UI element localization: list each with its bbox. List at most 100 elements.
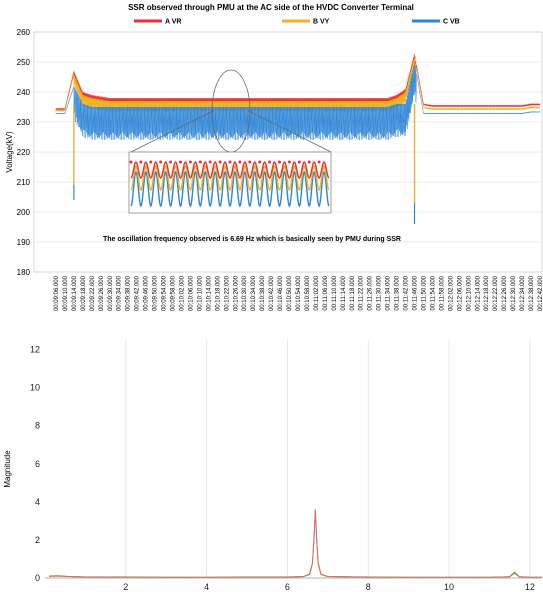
x-tick-label: 12 [525, 582, 535, 592]
x-tick-label: 00:12:22.000 [493, 275, 499, 311]
x-tick-label: 00:10:14.000 [206, 275, 212, 311]
y-tick-label: 220 [17, 148, 31, 157]
inset-peak [188, 160, 192, 164]
y-tick-label: 6 [35, 459, 40, 469]
inset-peak [268, 160, 272, 164]
inset-peak [149, 160, 153, 164]
x-tick-label: 00:12:38.000 [529, 275, 535, 311]
y-tick-label: 10 [30, 383, 40, 393]
inset-peak [228, 160, 232, 164]
x-tick-label: 00:11:34.000 [386, 275, 392, 310]
legend-label: A VR [165, 19, 181, 26]
inset-peak [169, 160, 173, 164]
x-tick-label: 10 [444, 582, 454, 592]
x-tick-label: 8 [366, 582, 371, 592]
x-tick-label: 00:12:26.000 [502, 275, 508, 311]
x-tick-label: 00:12:18.000 [484, 275, 490, 311]
inset-peak [159, 160, 163, 164]
x-tick-label: 00:11:30.000 [377, 275, 383, 310]
inset-peak [258, 160, 262, 164]
x-tick-label: 00:11:58.000 [439, 275, 445, 310]
x-tick-label: 00:10:46.000 [278, 275, 284, 311]
x-tick-label: 00:09:18.000 [81, 275, 87, 311]
x-tick-label: 00:10:54.000 [296, 275, 302, 311]
x-tick-label: 00:10:50.000 [287, 275, 293, 311]
x-tick-label: 00:11:42.000 [404, 275, 410, 310]
y-tick-labels: 180 190 200 210 220 230 240 250 260 [17, 28, 31, 277]
x-tick-label: 00:09:58.000 [171, 275, 177, 311]
x-tick-label: 00:09:38.000 [126, 275, 132, 311]
legend-label: B VY [313, 19, 330, 26]
x-tick-label: 00:11:50.000 [421, 275, 427, 310]
x-tick-label: 00:12:06.000 [457, 275, 463, 311]
x-tick-label: 00:09:26.000 [99, 275, 105, 311]
x-tick-label: 00:11:26.000 [368, 275, 374, 310]
x-tick-label: 2 [123, 582, 128, 592]
x-tick-label: 00:10:42.000 [269, 275, 275, 311]
x-tick-label: 00:12:30.000 [511, 275, 517, 311]
y-tick-label: 200 [17, 208, 31, 217]
x-tick-label: 00:10:38.000 [260, 275, 266, 311]
inset-peak [238, 160, 242, 164]
x-tick-label: 00:09:22.000 [90, 275, 96, 311]
inset-peak [307, 160, 311, 164]
chart-title: SSR observed through PMU at the AC side … [128, 3, 414, 12]
x-tick-label: 00:09:50.000 [153, 275, 159, 311]
x-tick-label: 6 [285, 582, 290, 592]
x-tick-label: 00:12:14.000 [475, 275, 481, 311]
x-tick-label: 00:11:38.000 [395, 275, 401, 310]
x-tick-label: 00:09:42.000 [135, 275, 141, 311]
x-tick-label: 00:10:26.000 [233, 275, 239, 311]
x-tick-label: 00:09:30.000 [108, 275, 114, 311]
x-tick-label: 00:10:34.000 [251, 275, 257, 311]
x-tick-label: 00:10:06.000 [188, 275, 194, 311]
x-tick-labels: 00:09:06.000 00:09:10.000 00:09:14.000 00:0… [54, 275, 543, 311]
inset-peak [198, 160, 202, 164]
x-tick-label: 00:09:10.000 [63, 275, 69, 311]
x-tick-label: 00:09:06.000 [54, 275, 60, 311]
x-tick-label: 00:11:18.000 [350, 275, 356, 310]
y-axis-label: Magnitude [3, 450, 12, 488]
y-tick-label: 230 [17, 118, 31, 127]
x-tick-label: 00:11:02.000 [314, 275, 320, 310]
y-tick-label: 190 [17, 238, 31, 247]
x-tick-label: 00:12:42.000 [538, 275, 543, 311]
inset-peak [278, 160, 281, 164]
inset-peak [208, 160, 212, 164]
inset-peak [297, 160, 301, 164]
legend-label: C VB [443, 19, 460, 26]
y-tick-label: 250 [17, 58, 31, 67]
x-tick-label: 00:10:30.000 [242, 275, 248, 311]
y-tick-label: 180 [17, 268, 31, 277]
x-tick-label: 00:12:10.000 [466, 275, 472, 311]
y-axis-label: Voltage(kV) [5, 131, 14, 173]
inset-peak [218, 160, 222, 164]
inset-peak [179, 160, 182, 164]
x-tick-label: 00:09:34.000 [117, 275, 123, 311]
figure: SSR observed through PMU at the AC side … [0, 0, 543, 592]
x-tick-label: 00:11:46.000 [413, 275, 419, 310]
x-tick-label: 00:11:06.000 [323, 275, 329, 310]
x-tick-label: 00:09:14.000 [72, 275, 78, 311]
inset-peak [129, 160, 133, 164]
x-tick-label: 00:10:22.000 [224, 275, 230, 311]
x-tick-label: 00:10:10.000 [197, 275, 203, 311]
y-tick-label: 210 [17, 178, 31, 187]
y-tick-label: 12 [30, 345, 40, 355]
y-tick-label: 8 [35, 421, 40, 431]
x-tick-label: 00:12:02.000 [448, 275, 454, 311]
x-tick-label: 00:11:14.000 [341, 275, 347, 310]
inset-peak [287, 160, 291, 164]
x-tick-label: 00:09:54.000 [162, 275, 168, 311]
y-tick-label: 260 [17, 28, 31, 37]
x-tick-label: 00:11:22.000 [359, 275, 365, 310]
y-tick-label: 0 [35, 573, 40, 583]
x-tick-label: 00:11:54.000 [430, 275, 436, 310]
x-tick-label: 00:10:58.000 [305, 275, 311, 311]
inset-peak [248, 160, 252, 164]
x-tick-label: 00:10:02.000 [179, 275, 185, 311]
x-tick-label: 00:10:18.000 [215, 275, 221, 311]
x-tick-label: 00:12:34.000 [520, 275, 526, 311]
y-tick-label: 240 [17, 88, 31, 97]
x-tick-label: 4 [204, 582, 209, 592]
